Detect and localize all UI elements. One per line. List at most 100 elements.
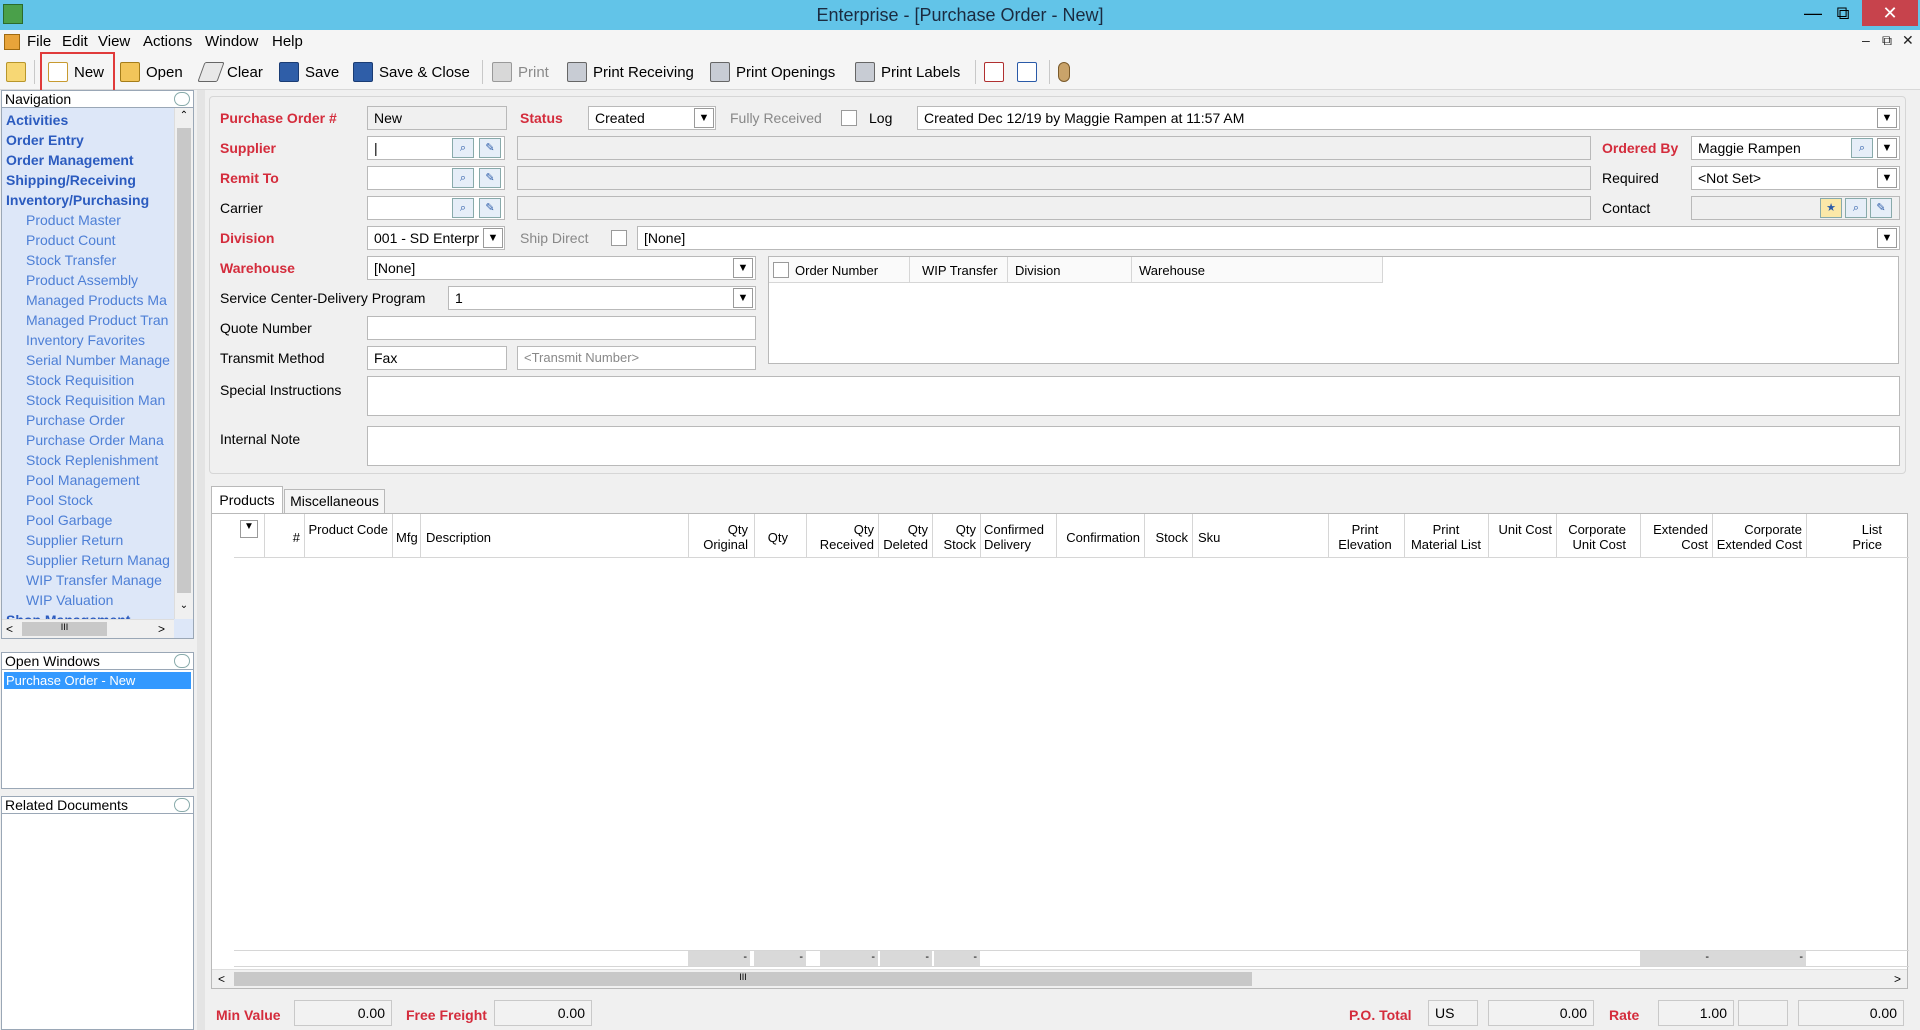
- mdi-restore-icon[interactable]: ⧉: [1882, 32, 1892, 49]
- created-info-field[interactable]: Created Dec 12/19 by Maggie Rampen at 11…: [917, 106, 1900, 130]
- search-icon[interactable]: ⌕: [452, 198, 474, 218]
- products-horizontal-scrollbar[interactable]: < III >: [212, 969, 1907, 988]
- print-labels-button[interactable]: Print Labels: [855, 60, 960, 84]
- open-window-item[interactable]: Purchase Order - New: [4, 672, 191, 689]
- nav-item[interactable]: WIP Transfer Manage: [2, 570, 173, 590]
- nav-hscroll-thumb[interactable]: III: [22, 622, 107, 636]
- column-header[interactable]: Order Number: [795, 263, 878, 278]
- lookup-icon[interactable]: ✎: [479, 138, 501, 158]
- nav-item[interactable]: Stock Transfer: [2, 250, 173, 270]
- column-header[interactable]: #: [270, 530, 300, 545]
- required-chevron-icon[interactable]: ▼: [1877, 168, 1897, 188]
- nav-item[interactable]: Pool Garbage: [2, 510, 173, 530]
- restore-button[interactable]: ⧉: [1822, 0, 1864, 26]
- menu-window[interactable]: Window: [205, 33, 258, 50]
- division-chevron-icon[interactable]: ▼: [483, 228, 503, 248]
- nav-item[interactable]: WIP Valuation: [2, 590, 173, 610]
- column-header[interactable]: Division: [1015, 263, 1061, 278]
- column-header[interactable]: Confirmed Delivery: [984, 522, 1050, 552]
- ship-direct-select[interactable]: [None]: [637, 226, 1900, 250]
- status-dropdown-chevron-icon[interactable]: ▼: [694, 108, 714, 128]
- products-hscroll-thumb[interactable]: III: [234, 972, 1252, 986]
- column-header[interactable]: Description: [426, 530, 496, 545]
- column-header[interactable]: Extended Cost: [1644, 522, 1708, 552]
- nav-category-shipping-receiving[interactable]: Shipping/Receiving: [2, 170, 173, 190]
- close-button[interactable]: ✕: [1862, 0, 1918, 26]
- column-header[interactable]: Corporate Unit Cost: [1560, 522, 1626, 552]
- column-header[interactable]: Qty Deleted: [882, 522, 928, 552]
- print-receiving-button[interactable]: Print Receiving: [567, 60, 694, 84]
- select-all-checkbox[interactable]: [773, 262, 789, 278]
- column-header[interactable]: Qty Stock: [936, 522, 976, 552]
- clear-button[interactable]: Clear: [197, 60, 263, 84]
- nav-item[interactable]: Supplier Return Manag: [2, 550, 173, 570]
- select-all-checkbox[interactable]: ▼: [240, 520, 258, 538]
- nav-horizontal-scrollbar[interactable]: < III >: [2, 619, 174, 638]
- search-icon[interactable]: ⌕: [452, 138, 474, 158]
- nav-category-inventory-purchasing[interactable]: Inventory/Purchasing: [2, 190, 173, 210]
- open-button[interactable]: Open: [120, 60, 183, 84]
- new-contact-icon[interactable]: ★: [1820, 198, 1842, 218]
- nav-item[interactable]: Stock Requisition Man: [2, 390, 173, 410]
- menu-edit[interactable]: Edit: [62, 33, 88, 50]
- nav-item[interactable]: Purchase Order: [2, 410, 173, 430]
- nav-item[interactable]: Stock Requisition: [2, 370, 173, 390]
- search-icon[interactable]: ⌕: [452, 168, 474, 188]
- column-header[interactable]: Confirmation: [1060, 530, 1140, 545]
- required-date-select[interactable]: <Not Set>: [1691, 166, 1900, 190]
- lookup-icon[interactable]: ✎: [1870, 198, 1892, 218]
- checklist-button[interactable]: [984, 60, 1004, 84]
- chevron-right-icon[interactable]: >: [1894, 972, 1901, 986]
- nav-item[interactable]: Managed Products Ma: [2, 290, 173, 310]
- column-header[interactable]: Product Code: [308, 522, 389, 537]
- approve-button[interactable]: [1017, 60, 1037, 84]
- ordered-by-chevron-icon[interactable]: ▼: [1877, 138, 1897, 158]
- menu-help[interactable]: Help: [272, 33, 303, 50]
- nav-vertical-scrollbar[interactable]: ⌃ ⌄: [174, 108, 193, 619]
- warehouse-select[interactable]: [None]: [367, 256, 756, 280]
- nav-item[interactable]: Stock Replenishment: [2, 450, 173, 470]
- column-header[interactable]: Print Elevation: [1332, 522, 1398, 552]
- internal-note-textarea[interactable]: [367, 426, 1900, 466]
- chevron-down-icon[interactable]: ⌄: [177, 600, 191, 614]
- lookup-icon[interactable]: ✎: [479, 168, 501, 188]
- mdi-close-icon[interactable]: ✕: [1902, 32, 1914, 49]
- transmit-method-input[interactable]: Fax: [367, 346, 507, 370]
- service-center-select[interactable]: 1: [448, 286, 756, 310]
- column-header[interactable]: Qty Original: [692, 522, 748, 552]
- quote-number-input[interactable]: [367, 316, 756, 340]
- chevron-right-icon[interactable]: >: [158, 622, 165, 636]
- pin-icon[interactable]: [174, 92, 190, 106]
- column-header[interactable]: Print Material List: [1408, 522, 1484, 552]
- nav-item[interactable]: Serial Number Manage: [2, 350, 173, 370]
- nav-item[interactable]: Product Master: [2, 210, 173, 230]
- transmit-number-input[interactable]: <Transmit Number>: [517, 346, 756, 370]
- column-header[interactable]: WIP Transfer: [922, 263, 998, 278]
- nav-item[interactable]: Product Count: [2, 230, 173, 250]
- pane-splitter[interactable]: [197, 90, 205, 1030]
- column-header[interactable]: Mfg: [396, 530, 418, 545]
- menu-actions[interactable]: Actions: [143, 33, 192, 50]
- nav-item[interactable]: Inventory Favorites: [2, 330, 173, 350]
- search-icon[interactable]: ⌕: [1845, 198, 1867, 218]
- chevron-left-icon[interactable]: <: [6, 622, 13, 636]
- warehouse-chevron-icon[interactable]: ▼: [733, 258, 753, 278]
- column-header[interactable]: Unit Cost: [1492, 522, 1552, 537]
- chevron-left-icon[interactable]: <: [218, 972, 225, 986]
- special-instructions-textarea[interactable]: [367, 376, 1900, 416]
- nav-scroll-thumb[interactable]: [177, 128, 191, 593]
- service-center-chevron-icon[interactable]: ▼: [733, 288, 753, 308]
- fully-received-checkbox[interactable]: [841, 110, 857, 126]
- ship-direct-checkbox[interactable]: [611, 230, 627, 246]
- column-header[interactable]: Qty Received: [810, 522, 874, 552]
- column-header[interactable]: List Price: [1834, 522, 1882, 552]
- column-header[interactable]: Corporate Extended Cost: [1716, 522, 1802, 552]
- column-header[interactable]: Sku: [1198, 530, 1238, 545]
- ship-direct-chevron-icon[interactable]: ▼: [1877, 228, 1897, 248]
- save-close-button[interactable]: Save & Close: [353, 60, 470, 84]
- print-button[interactable]: Print: [492, 60, 549, 84]
- print-openings-button[interactable]: Print Openings: [710, 60, 835, 84]
- tab-products[interactable]: Products: [211, 486, 283, 513]
- nav-category-order-management[interactable]: Order Management: [2, 150, 173, 170]
- mdi-minimize-icon[interactable]: –: [1862, 32, 1870, 48]
